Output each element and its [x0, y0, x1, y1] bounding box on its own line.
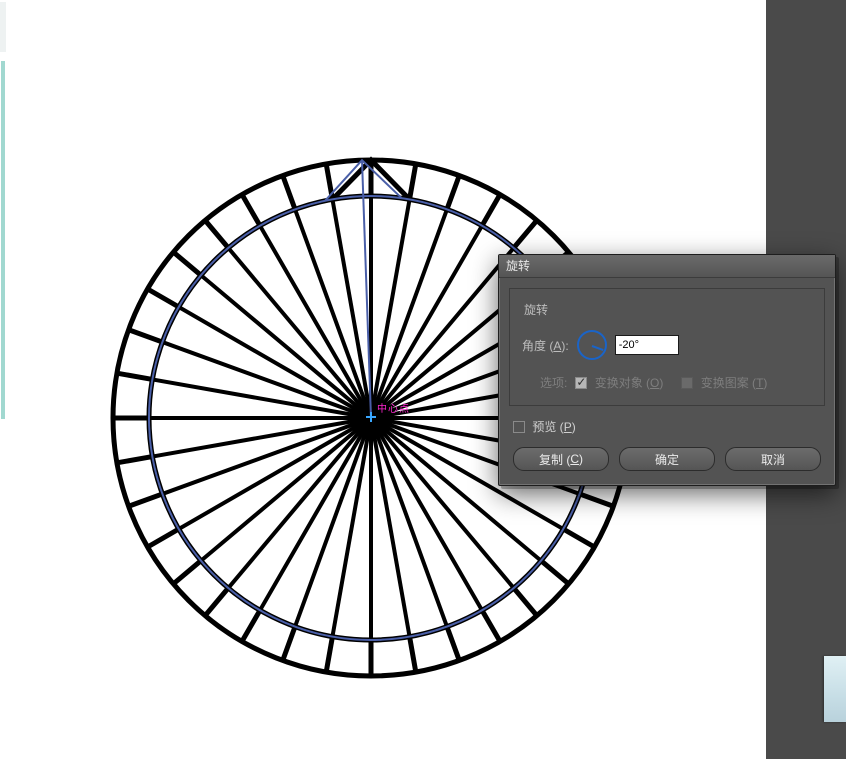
angle-label: 角度 (A):	[522, 337, 569, 354]
preview-row: 预览 (P)	[513, 418, 835, 435]
preview-option[interactable]: 预览 (P)	[513, 418, 576, 435]
angle-input[interactable]	[615, 335, 679, 355]
app-stage: 中心点 旋转 旋转 角度 (A): 选项: 变换对象 (O)	[0, 0, 846, 759]
transform-patterns-checkbox	[681, 377, 693, 389]
dialog-title[interactable]: 旋转	[499, 255, 835, 278]
rotate-section: 旋转 角度 (A): 选项: 变换对象 (O) 变换图案 (T)	[509, 288, 825, 406]
options-label: 选项:	[540, 374, 567, 391]
preview-checkbox[interactable]	[513, 421, 525, 433]
angle-row: 角度 (A):	[522, 330, 812, 360]
transform-objects-checkbox[interactable]	[575, 377, 587, 389]
transform-objects-option[interactable]: 变换对象 (O)	[575, 374, 663, 391]
ok-button[interactable]: 确定	[619, 447, 715, 471]
dock-highlight	[824, 656, 846, 722]
transform-patterns-option[interactable]: 变换图案 (T)	[681, 374, 767, 391]
left-mini-panel	[0, 60, 6, 420]
options-row: 选项: 变换对象 (O) 变换图案 (T)	[540, 374, 812, 391]
copy-button[interactable]: 复制 (C)	[513, 447, 609, 471]
rotate-dialog: 旋转 旋转 角度 (A): 选项: 变换对象 (O) 变换图案 (T)	[498, 254, 836, 486]
dialog-button-bar: 复制 (C) 确定 取消	[499, 435, 835, 485]
angle-dial-icon[interactable]	[577, 330, 607, 360]
section-title: 旋转	[524, 301, 812, 318]
cancel-button[interactable]: 取消	[725, 447, 821, 471]
